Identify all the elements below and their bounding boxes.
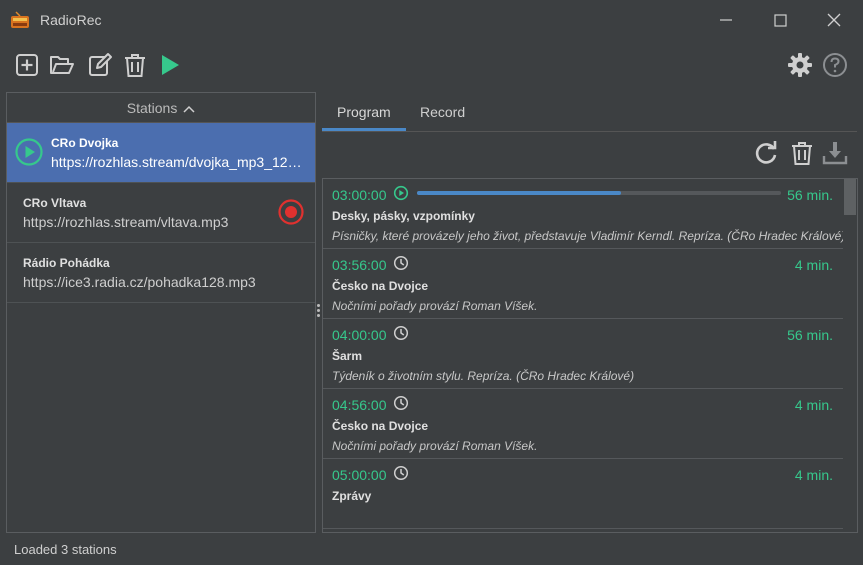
program-title: Desky, pásky, vzpomínky (332, 209, 475, 223)
delete-icon (792, 142, 812, 165)
download-icon (822, 142, 848, 165)
program-duration: 56 min. (787, 187, 833, 203)
station-name: CRo Vltava (23, 196, 87, 210)
program-description: Nočními pořady provází Roman Víšek. (332, 439, 538, 453)
delete-station-button[interactable] (122, 52, 148, 78)
program-description: Týdeník o životním stylu. Repríza. (ČRo … (332, 369, 635, 383)
help-button[interactable] (822, 52, 848, 78)
download-button[interactable] (822, 140, 848, 166)
program-progress-bar (417, 191, 781, 195)
station-url: https://rozhlas.stream/dvojka_mp3_12… (51, 154, 302, 170)
station-url: https://ice3.radia.cz/pohadka128.mp3 (23, 274, 256, 290)
settings-button[interactable] (787, 52, 813, 78)
program-time: 04:00:00 (332, 327, 387, 343)
playing-icon (14, 137, 44, 167)
program-title: Česko na Dvojce (332, 419, 429, 433)
splitter-handle[interactable] (317, 304, 321, 322)
program-scrollbar[interactable] (843, 179, 857, 532)
add-icon (16, 54, 38, 76)
program-progress-fill (417, 191, 621, 195)
scrollbar-thumb[interactable] (844, 179, 856, 215)
sort-ascending-icon (183, 106, 195, 113)
program-time: 04:56:00 (332, 397, 387, 413)
play-button[interactable] (157, 52, 183, 78)
program-item[interactable]: 03:00:00 56 min. Desky, pásky, vzpomínky… (323, 179, 857, 249)
delete-icon (125, 54, 145, 77)
program-duration: 4 min. (794, 397, 833, 413)
program-title: Šarm (332, 349, 363, 363)
tab-program[interactable]: Program (322, 96, 406, 131)
program-time: 05:00:00 (332, 467, 387, 483)
clock-icon (393, 465, 409, 481)
program-title: Česko na Dvojce (332, 279, 429, 293)
program-item[interactable]: 05:00:00 4 min. Zprávy (323, 459, 857, 529)
window-title: RadioRec (40, 12, 102, 28)
station-name: CRo Dvojka (51, 136, 119, 150)
program-title: Zprávy (332, 489, 372, 503)
clock-icon (393, 255, 409, 271)
playing-icon (393, 185, 409, 201)
close-icon[interactable] (822, 8, 846, 32)
program-item[interactable]: 04:00:00 56 min. Šarm Týdeník o životním… (323, 319, 857, 389)
tab-bar: Program Record (322, 96, 857, 132)
refresh-button[interactable] (753, 140, 779, 166)
settings-icon (788, 53, 812, 77)
program-description: Písničky, které provázely jeho život, př… (332, 229, 846, 243)
station-name: Rádio Pohádka (23, 256, 110, 270)
open-folder-icon (50, 56, 74, 74)
station-item[interactable]: CRo Vltava https://rozhlas.stream/vltava… (7, 183, 315, 243)
program-duration: 4 min. (794, 467, 833, 483)
play-icon (162, 55, 179, 75)
title-bar: RadioRec (0, 0, 863, 40)
stations-header-label: Stations (126, 100, 178, 116)
help-icon (823, 53, 847, 77)
station-item[interactable]: Rádio Pohádka https://ice3.radia.cz/poha… (7, 243, 315, 303)
program-list[interactable]: 03:00:00 56 min. Desky, pásky, vzpomínky… (322, 178, 858, 533)
tab-record[interactable]: Record (405, 96, 480, 131)
status-text: Loaded 3 stations (14, 542, 117, 557)
edit-icon (89, 53, 112, 76)
clock-icon (393, 325, 409, 341)
program-duration: 4 min. (794, 257, 833, 273)
clock-icon (393, 395, 409, 411)
program-time: 03:00:00 (332, 187, 387, 203)
program-time: 03:56:00 (332, 257, 387, 273)
radio-icon (10, 10, 30, 30)
minimize-icon[interactable] (714, 8, 738, 32)
maximize-icon[interactable] (768, 8, 792, 32)
program-item[interactable]: 03:56:00 4 min. Česko na Dvojce Nočními … (323, 249, 857, 319)
edit-station-button[interactable] (87, 52, 113, 78)
stations-panel: Stations CRo Dvojka https://rozhlas.stre… (6, 92, 316, 533)
station-url: https://rozhlas.stream/vltava.mp3 (23, 214, 229, 230)
open-button[interactable] (49, 52, 75, 78)
refresh-icon (755, 141, 777, 164)
stations-header[interactable]: Stations (7, 93, 315, 123)
add-station-button[interactable] (14, 52, 40, 78)
recording-icon (277, 198, 307, 228)
program-description: Nočními pořady provází Roman Víšek. (332, 299, 538, 313)
program-item[interactable]: 04:56:00 4 min. Česko na Dvojce Nočními … (323, 389, 857, 459)
delete-program-button[interactable] (789, 140, 815, 166)
program-duration: 56 min. (787, 327, 833, 343)
station-item[interactable]: CRo Dvojka https://rozhlas.stream/dvojka… (7, 123, 315, 183)
